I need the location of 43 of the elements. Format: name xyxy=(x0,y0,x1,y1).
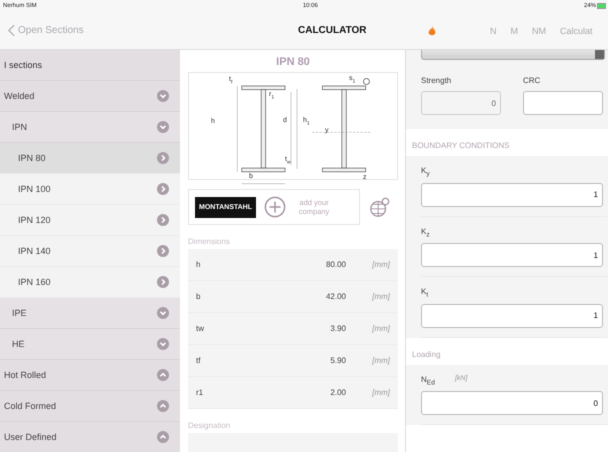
dimension-value: 80.00 xyxy=(324,260,346,270)
field-label: N$_{Ed}$ xyxy=(421,374,435,386)
battery-icon xyxy=(597,3,606,9)
dimension-name: tw xyxy=(196,324,205,334)
input-field[interactable]: 1 xyxy=(421,182,603,207)
dimension-value: 42.00 xyxy=(324,292,346,302)
dimension-name: b xyxy=(196,292,202,302)
globe-pin-icon[interactable] xyxy=(369,196,391,218)
dimension-value: 3.90 xyxy=(329,324,346,334)
section-heading: BOUNDARY CONDITIONS xyxy=(411,140,510,152)
input-field[interactable] xyxy=(523,91,603,115)
section-heading: Dimensions xyxy=(188,237,231,246)
flame-icon[interactable] xyxy=(428,24,436,36)
unit-label: [mm] xyxy=(371,356,390,366)
input-field[interactable]: 1 xyxy=(421,304,603,328)
field-label: K$_{y}$ xyxy=(421,166,431,178)
screen-title: CALCULATOR xyxy=(298,25,367,36)
sidebar-item[interactable]: IPN 160 xyxy=(0,267,180,298)
dropdown-field[interactable] xyxy=(421,50,605,60)
plus-circle-icon[interactable] xyxy=(264,196,286,218)
field-label: Strength xyxy=(421,76,452,85)
section-title: IPN 80 xyxy=(275,56,311,68)
input-field[interactable]: 0 xyxy=(421,391,603,416)
dimension-name: r1 xyxy=(196,388,204,398)
section-heading: Loading xyxy=(411,348,442,361)
dimension-name: tf xyxy=(196,356,202,366)
unit-label: [mm] xyxy=(371,260,390,270)
field-label: K$_{z}$ xyxy=(421,226,431,238)
sidebar-item[interactable]: IPN 100 xyxy=(0,174,180,205)
chevron-left-icon xyxy=(8,24,15,37)
unit-label: [mm] xyxy=(371,292,390,302)
unit-label: [mm] xyxy=(371,324,390,334)
unit-label: [mm] xyxy=(371,388,390,398)
dimension-value: 2.00 xyxy=(329,388,346,398)
field-label: CRC xyxy=(523,76,542,85)
sidebar-item[interactable]: IPN 140 xyxy=(0,236,180,267)
sidebar-item[interactable]: IPN 120 xyxy=(0,205,180,236)
section-heading: Designation xyxy=(188,421,232,430)
field-label: K$_{t}$ xyxy=(421,287,430,299)
input-field[interactable]: 1 xyxy=(421,243,603,268)
dimension-name: h xyxy=(196,260,202,270)
sidebar-item[interactable]: IPN 80 xyxy=(0,143,180,174)
dimension-value: 5.90 xyxy=(329,356,346,366)
